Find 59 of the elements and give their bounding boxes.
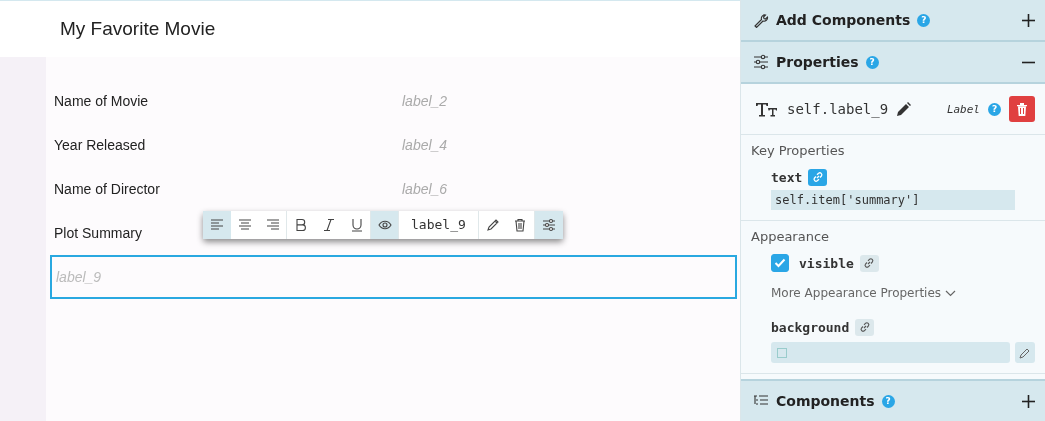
more-properties-link[interactable]: More Appearance Properties [771,286,942,300]
field-label: Name of Movie [54,93,150,109]
field-label: Year Released [54,137,147,153]
color-picker-button[interactable] [1015,342,1035,363]
property-name: text [771,169,803,185]
field-label: Name of Director [54,181,161,197]
chevron-down-icon[interactable] [945,289,957,297]
help-icon[interactable]: ? [988,102,1001,116]
delete-icon [513,218,528,232]
trash-icon [1016,102,1028,116]
page-title: My Favorite Movie [60,18,216,40]
edit-button[interactable] [478,211,507,239]
link-icon[interactable] [808,168,828,186]
visible-checkbox[interactable] [771,254,789,272]
sliders-icon [541,218,556,232]
underline-icon [349,218,364,232]
label-value: label_2 [402,93,448,109]
pencil-icon [1019,346,1031,359]
binding-field[interactable]: self.item['summary'] [771,190,1015,210]
section-title: Properties [776,54,859,70]
align-center-icon [238,218,252,232]
section-title: Add Components [776,12,911,28]
selected-label[interactable]: label_9 [50,255,737,299]
section-heading: Key Properties [751,143,846,158]
label-value: label_6 [402,181,448,197]
italic-icon [322,218,336,232]
property-name: background [771,319,850,335]
expand-icon[interactable] [1022,394,1035,408]
wrench-icon [753,12,769,28]
help-icon[interactable]: ? [865,55,879,69]
color-field[interactable] [771,342,1010,363]
bold-button[interactable] [287,211,315,239]
align-left-icon [210,218,224,232]
link-icon[interactable] [855,318,875,336]
section-heading: Appearance [751,229,831,244]
component-type: Label [946,102,980,116]
field-label: Plot Summary [54,225,143,241]
text-type-icon [755,101,779,117]
label-value: label_4 [402,137,448,153]
component-name[interactable]: label_9 [399,211,479,239]
align-center-button[interactable] [231,211,259,239]
property-name: visible [799,255,854,271]
help-icon[interactable]: ? [881,394,895,408]
component-name: self.label_9 [787,101,889,117]
section-title: Components [776,393,875,409]
list-icon [753,394,769,408]
eye-button[interactable] [371,211,399,239]
link-icon[interactable] [859,254,879,272]
sliders-icon [753,54,769,70]
sliders-button[interactable] [534,211,563,239]
bold-icon [294,218,308,232]
delete-button[interactable] [1009,96,1035,122]
edit-icon [485,218,500,232]
eye-icon [377,218,392,232]
align-right-icon [265,218,280,232]
help-icon[interactable]: ? [917,13,931,27]
pencil-icon[interactable] [896,101,912,117]
expand-icon[interactable] [1022,13,1035,27]
delete-button[interactable] [506,211,535,239]
